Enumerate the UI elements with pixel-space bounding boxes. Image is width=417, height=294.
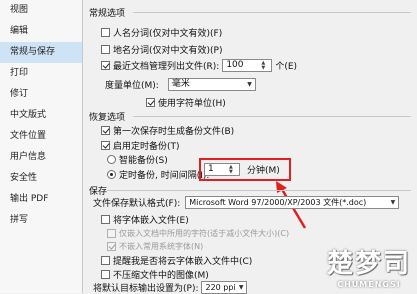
sidebar-item-edit[interactable]: 编辑: [0, 21, 82, 42]
options-sidebar: 视图 编辑 常规与保存 打印 修订 中文版式 文件位置 用户信息 安全性 输出 …: [0, 0, 83, 293]
resolution-label: 将默认目标输出设置为(P):: [93, 284, 199, 294]
sidebar-item-view[interactable]: 视图: [0, 0, 82, 21]
resolution-value: 220 ppi: [205, 283, 236, 292]
remind-fonts-option[interactable]: 提醒我是否将云字体嵌入文件中(C): [101, 254, 252, 267]
no-common-fonts-label: 不嵌入常用系统字体(N): [119, 242, 204, 251]
remind-fonts-checkbox[interactable]: [101, 256, 110, 265]
sidebar-item-general-save[interactable]: 常规与保存: [0, 42, 82, 63]
sidebar-item-export-pdf[interactable]: 输出 PDF: [0, 189, 82, 210]
chevron-down-icon: ▼: [238, 284, 244, 291]
sidebar-item-user-info[interactable]: 用户信息: [0, 147, 82, 168]
no-common-fonts-option[interactable]: 不嵌入常用系统字体(N): [107, 241, 203, 252]
watermark: 楚梦司 CHUMENGSI: [327, 243, 411, 289]
no-compress-images-option[interactable]: 不压缩文件中的图像(M): [101, 268, 209, 281]
embed-fonts-option[interactable]: 将字体嵌入文件(E): [101, 213, 189, 226]
resolution-row: 将默认目标输出设置为(P): 220 ppi ▼: [93, 281, 248, 294]
no-compress-images-label: 不压缩文件中的图像(M): [113, 271, 209, 281]
watermark-logo: 楚梦司: [326, 249, 411, 279]
remind-fonts-label: 提醒我是否将云字体嵌入文件中(C): [113, 257, 253, 267]
default-format-label: 文件保存默认格式(F):: [93, 199, 181, 209]
sidebar-item-security[interactable]: 安全性: [0, 168, 82, 189]
no-compress-images-checkbox[interactable]: [101, 270, 110, 279]
sidebar-item-spelling[interactable]: 拼写: [0, 210, 82, 231]
chevron-down-icon: ▼: [390, 199, 396, 206]
sidebar-item-print[interactable]: 打印: [0, 63, 82, 84]
default-format-row: 文件保存默认格式(F): Microsoft Word 97/2000/XP/2…: [93, 196, 400, 209]
resolution-select[interactable]: 220 ppi ▼: [201, 281, 248, 294]
embed-fonts-label: 将字体嵌入文件(E): [113, 216, 189, 226]
sidebar-item-file-location[interactable]: 文件位置: [0, 126, 82, 147]
default-format-select[interactable]: Microsoft Word 97/2000/XP/2003 文件(*.doc)…: [185, 196, 400, 209]
sidebar-item-revision[interactable]: 修订: [0, 84, 82, 105]
no-common-fonts-checkbox[interactable]: [107, 242, 116, 251]
embed-used-chars-option[interactable]: 仅嵌入文档中所用的字符(适于减小文件大小)(C): [107, 228, 289, 239]
default-format-value: Microsoft Word 97/2000/XP/2003 文件(*.doc): [189, 198, 367, 207]
sidebar-item-chinese-layout[interactable]: 中文版式: [0, 105, 82, 126]
embed-used-chars-checkbox[interactable]: [107, 229, 116, 238]
watermark-subtitle: CHUMENGSI: [337, 280, 401, 289]
embed-used-chars-label: 仅嵌入文档中所用的字符(适于减小文件大小)(C): [119, 229, 290, 238]
embed-fonts-checkbox[interactable]: [101, 215, 110, 224]
save-divider: [107, 190, 411, 191]
